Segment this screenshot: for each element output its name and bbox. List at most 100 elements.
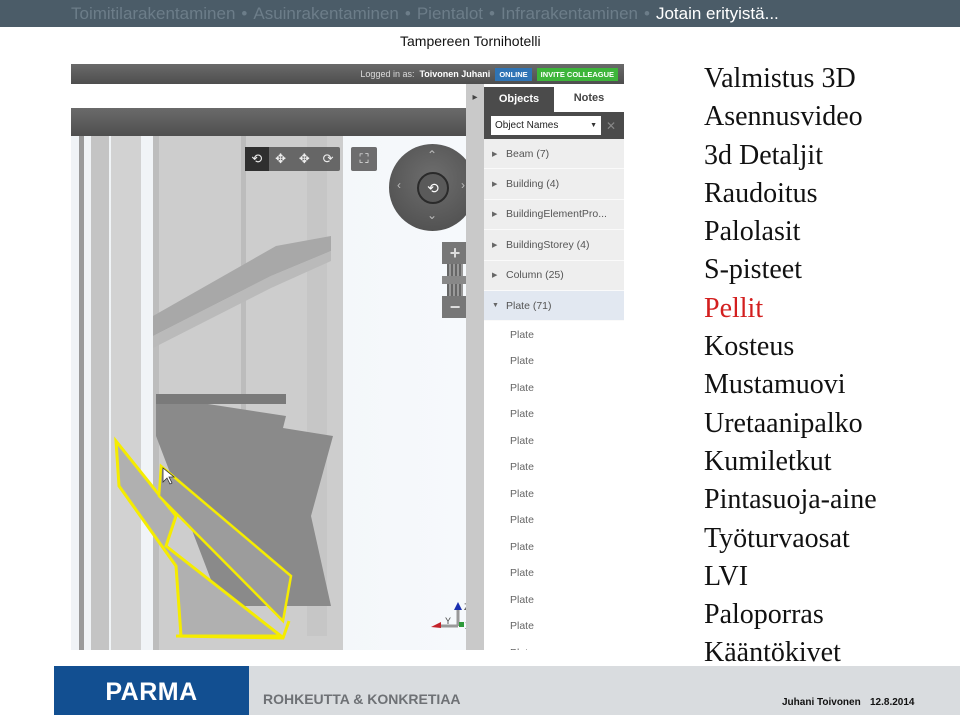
- nav-item-infra[interactable]: Infrarakentaminen: [501, 4, 638, 24]
- y-axis-arrow: [431, 622, 441, 628]
- tree-leaf-plate[interactable]: Plate: [484, 400, 624, 428]
- chevron-up-icon[interactable]: ⌃: [427, 148, 437, 162]
- topic-item: 3d Detaljit: [704, 139, 823, 171]
- zoom-control: + −: [442, 242, 468, 318]
- zoom-out-button[interactable]: −: [442, 296, 468, 318]
- x-axis-arrow: [459, 622, 464, 627]
- tab-objects[interactable]: Objects: [484, 87, 554, 112]
- topic-item: LVI: [704, 560, 749, 592]
- topic-item: S-pisteet: [704, 254, 802, 286]
- tree-item-label: BuildingElementPro...: [506, 208, 607, 221]
- nav-item-asuin[interactable]: Asuinrakentaminen: [253, 4, 399, 24]
- orbit-control[interactable]: ⌃ ⌄ ‹ › ⟲: [389, 144, 476, 231]
- zoom-slider[interactable]: [442, 264, 468, 296]
- invite-colleague-button[interactable]: INVITE COLLEAGUE: [536, 67, 618, 81]
- expand-icon: ▶: [492, 241, 498, 249]
- tab-notes[interactable]: Notes: [554, 84, 624, 112]
- chevron-left-icon[interactable]: ‹: [397, 178, 401, 192]
- model-viewer-screenshot: Logged in as: Toivonen Juhani ONLINE INV…: [71, 64, 624, 650]
- parma-logo: PARMA: [54, 666, 249, 715]
- y-axis-label: Y: [445, 616, 451, 626]
- expand-icon: ▶: [492, 150, 498, 158]
- collapse-icon: ▼: [492, 302, 499, 310]
- tree-item-building-element[interactable]: ▶ BuildingElementPro...: [484, 199, 624, 231]
- object-tree: ▶ Beam (7) ▶ Building (4) ▶ BuildingElement…: [484, 139, 624, 650]
- topic-item: Työturvaosat: [704, 522, 850, 554]
- viewer-topbar: Logged in as: Toivonen Juhani ONLINE INV…: [71, 64, 624, 84]
- tree-item-label: Building (4): [506, 178, 560, 191]
- tree-leaf-plate[interactable]: Plate: [484, 321, 624, 348]
- online-badge: ONLINE: [495, 67, 532, 81]
- nav-item-toimitila[interactable]: Toimitilarakentaminen: [71, 4, 235, 24]
- nav-item-pientalot[interactable]: Pientalot: [417, 4, 483, 24]
- viewer-toolbar: [71, 108, 466, 136]
- tree-leaf-plate[interactable]: Plate: [484, 533, 624, 560]
- filter-bar: Object Names ▼ ✕: [484, 112, 624, 139]
- tree-leaf-plate[interactable]: Plate: [484, 639, 624, 650]
- slide-subtitle: Tampereen Tornihotelli: [400, 33, 541, 49]
- nav-separator: •: [489, 3, 495, 23]
- viewer-gap: [71, 84, 466, 108]
- rotate-icon[interactable]: ⟲: [417, 172, 449, 204]
- object-filter-value: Object Names: [495, 120, 559, 131]
- footer-slogan: ROHKEUTTA & KONKRETIAA: [263, 691, 461, 707]
- tree-item-label: Plate (71): [506, 299, 552, 312]
- clear-filter-icon[interactable]: ✕: [606, 119, 616, 133]
- caret-down-icon: ▼: [590, 122, 597, 129]
- top-nav: Toimitilarakentaminen • Asuinrakentamine…: [0, 0, 960, 27]
- topic-item-highlighted: Pellit: [704, 292, 764, 324]
- tree-item-column[interactable]: ▶ Column (25): [484, 260, 624, 291]
- facade-column: [91, 136, 109, 650]
- tree-leaf-plate[interactable]: Plate: [484, 559, 624, 587]
- tree-item-plate[interactable]: ▼ Plate (71): [484, 290, 624, 322]
- topic-item: Asennusvideo: [704, 101, 863, 133]
- topic-list: Valmistus 3D Asennusvideo 3d Detaljit Ra…: [704, 60, 877, 673]
- object-filter-select[interactable]: Object Names ▼: [491, 116, 601, 135]
- tree-leaf-plate[interactable]: Plate: [484, 427, 624, 454]
- fullscreen-button[interactable]: ⛶: [351, 147, 377, 171]
- user-name: Toivonen Juhani: [419, 69, 491, 79]
- objects-panel: Objects Notes Object Names ▼ ✕ ▶ Beam (7)…: [484, 84, 624, 650]
- tree-leaf-plate[interactable]: Plate: [484, 612, 624, 640]
- logged-in-label: Logged in as:: [360, 69, 415, 79]
- nav-separator: •: [404, 3, 411, 23]
- collapse-arrow-icon[interactable]: ▸: [466, 86, 484, 110]
- topic-item: Paloporras: [704, 599, 824, 631]
- reset-view-icon[interactable]: ⟳: [316, 147, 340, 171]
- facade-column: [111, 136, 141, 650]
- pan-icon[interactable]: ✥: [269, 147, 293, 171]
- tree-item-label: Beam (7): [506, 147, 550, 160]
- tree-leaf-plate[interactable]: Plate: [484, 506, 624, 534]
- nav-item-erityista[interactable]: Jotain erityistä...: [656, 4, 779, 24]
- pan-center-icon[interactable]: ✥: [293, 147, 317, 171]
- slide-footer: PARMA ROHKEUTTA & KONKRETIAA Juhani Toiv…: [54, 666, 960, 715]
- axis-gizmo: Z Y X: [431, 602, 466, 631]
- panel-collapse-handle[interactable]: ▸: [466, 84, 484, 650]
- expand-icon: ▶: [492, 181, 498, 189]
- tree-item-beam[interactable]: ▶ Beam (7): [484, 139, 624, 170]
- topic-item: Valmistus 3D: [704, 63, 856, 94]
- topic-item: Kumiletkut: [704, 445, 832, 477]
- zoom-in-button[interactable]: +: [442, 242, 468, 264]
- tree-item-building-storey[interactable]: ▶ BuildingStorey (4): [484, 230, 624, 261]
- nav-separator: •: [241, 3, 248, 23]
- z-axis-arrow: [454, 602, 462, 610]
- chevron-down-icon[interactable]: ⌄: [427, 208, 437, 222]
- tree-leaf-plate[interactable]: Plate: [484, 347, 624, 375]
- orbit-icon[interactable]: ⟲: [245, 147, 269, 171]
- tree-leaf-plate[interactable]: Plate: [484, 586, 624, 613]
- tree-item-building[interactable]: ▶ Building (4): [484, 169, 624, 200]
- expand-icon: ▶: [492, 272, 498, 280]
- panel-tabs: Objects Notes: [484, 84, 624, 112]
- tree-leaf-plate[interactable]: Plate: [484, 374, 624, 401]
- tree-leaf-plate[interactable]: Plate: [484, 453, 624, 481]
- zoom-slider-thumb[interactable]: [442, 276, 468, 284]
- chevron-right-icon[interactable]: ›: [461, 178, 465, 192]
- topic-item: Palolasit: [704, 216, 801, 248]
- tree-leaf-plate[interactable]: Plate: [484, 480, 624, 507]
- topic-item: Kosteus: [704, 331, 795, 363]
- lower-beam-top: [156, 394, 286, 404]
- tree-item-label: BuildingStorey (4): [506, 238, 590, 251]
- footer-author: Juhani Toivonen: [782, 697, 861, 708]
- topic-item: Pintasuoja-aine: [704, 484, 877, 516]
